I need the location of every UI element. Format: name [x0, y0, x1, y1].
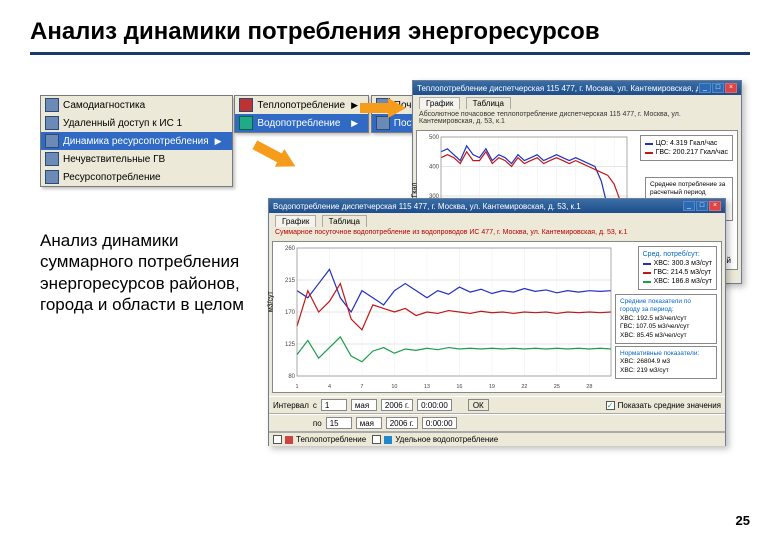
y-axis-label: Гкал [412, 183, 419, 198]
window-title-text: Теплопотребление диспетчерская 115 477, … [417, 84, 698, 93]
chart-subtitle: Абсолютное почасовое теплопотребление ди… [413, 109, 741, 127]
checkbox-heat[interactable]: Теплопотребление [273, 435, 366, 444]
from-day-field[interactable]: 1 [321, 399, 347, 411]
slide-description: Анализ динамики суммарного потребления э… [40, 230, 250, 315]
from-month-field[interactable]: мая [351, 399, 377, 411]
menu-item[interactable]: Нечувствительные ГВ [41, 150, 232, 168]
svg-text:22: 22 [521, 384, 527, 390]
slide-title: Анализ динамики потребления энергоресурс… [30, 18, 750, 46]
arrow-icon [360, 100, 408, 116]
svg-text:400: 400 [429, 165, 440, 171]
svg-text:215: 215 [285, 278, 296, 284]
tab-table[interactable]: Таблица [466, 97, 511, 109]
warn-icon [45, 152, 59, 166]
maximize-icon[interactable]: □ [712, 83, 724, 93]
svg-text:260: 260 [285, 246, 296, 252]
submenu-arrow-icon: ▶ [209, 136, 222, 147]
tab-table[interactable]: Таблица [322, 215, 367, 227]
to-label: по [313, 419, 322, 428]
svg-text:500: 500 [429, 135, 440, 141]
menu-item-label: Водопотребление [257, 118, 340, 129]
window-water: Водопотребление диспетчерская 115 477, г… [268, 198, 726, 446]
svg-text:25: 25 [554, 384, 560, 390]
menu-item-label: Теплопотребление [257, 100, 345, 111]
to-month-field[interactable]: мая [356, 417, 382, 429]
legend-top: ЦО: 4.319 Гкал/часГВС: 200.217 Гкал/час [640, 135, 733, 161]
titlebar[interactable]: Водопотребление диспетчерская 115 477, г… [269, 199, 725, 213]
title-rule [30, 52, 750, 55]
from-time-field[interactable]: 0:00:00 [417, 399, 452, 411]
menu-item[interactable]: Теплопотребление▶ [235, 96, 368, 114]
y-axis-label: м3/сут [268, 291, 275, 312]
submenu-arrow-icon: ▶ [345, 100, 358, 111]
page-number: 25 [736, 513, 750, 528]
svg-text:13: 13 [424, 384, 430, 390]
to-time-field[interactable]: 0:00:00 [422, 417, 457, 429]
svg-text:80: 80 [288, 374, 295, 380]
menu-item[interactable]: Динамика ресурсопотребления▶ [41, 132, 232, 150]
menu-item-label: Динамика ресурсопотребления [63, 136, 209, 147]
menu-item-label: Самодиагностика [63, 100, 145, 111]
svg-text:4: 4 [328, 384, 331, 390]
tab-graph[interactable]: График [419, 97, 460, 109]
checkbox-show-avg[interactable]: ✓Показать средние значения [606, 401, 721, 410]
svg-text:16: 16 [456, 384, 462, 390]
submenu-arrow-icon: ▶ [345, 118, 358, 129]
heat-icon [239, 98, 253, 112]
checkbox-water[interactable]: Удельное водопотребление [372, 435, 498, 444]
menu-item[interactable]: Удаленный доступ к ИС 1 [41, 114, 232, 132]
from-label: с [313, 401, 317, 410]
menu-item-label: Ресурсопотребление [63, 172, 161, 183]
to-year-field[interactable]: 2006 г. [386, 417, 418, 429]
date-toolbar-2: Интервал по 15 мая 2006 г. 0:00:00 [269, 414, 725, 432]
menu-column-2: Теплопотребление▶ Водопотребление ▶ [234, 95, 369, 133]
gear-icon [45, 98, 59, 112]
from-year-field[interactable]: 2006 г. [381, 399, 413, 411]
date-toolbar: Интервал с 1 мая 2006 г. 0:00:00 ОК ✓Пок… [269, 396, 725, 414]
svg-text:19: 19 [489, 384, 495, 390]
ok-button[interactable]: ОК [468, 399, 489, 411]
maximize-icon[interactable]: □ [696, 201, 708, 211]
svg-text:7: 7 [360, 384, 363, 390]
svg-text:125: 125 [285, 342, 296, 348]
water-icon [239, 116, 253, 130]
tab-graph[interactable]: График [275, 215, 316, 227]
note-city: Средние показатели по городу за период: … [615, 294, 717, 344]
minimize-icon[interactable]: _ [699, 83, 711, 93]
period-label: Интервал [273, 401, 309, 410]
menu-item-label: Удаленный доступ к ИС 1 [63, 118, 182, 129]
net-icon [45, 116, 59, 130]
menu-column-1: Самодиагностика Удаленный доступ к ИС 1 Ди… [40, 95, 233, 187]
svg-text:28: 28 [586, 384, 592, 390]
svg-text:170: 170 [285, 310, 296, 316]
cal-icon [376, 116, 390, 130]
db-icon [45, 170, 59, 184]
chart-subtitle: Суммарное посуточное водопотребление из … [269, 227, 725, 238]
note-norm: Нормативные показатели: ХВС: 26804.9 м3 … [615, 346, 717, 379]
svg-text:10: 10 [391, 384, 397, 390]
titlebar[interactable]: Теплопотребление диспетчерская 115 477, … [413, 81, 741, 95]
minimize-icon[interactable]: _ [683, 201, 695, 211]
menu-item[interactable]: Ресурсопотребление [41, 168, 232, 186]
status-bar: Теплопотребление Удельное водопотреблени… [269, 432, 725, 446]
chart-icon [45, 134, 59, 148]
window-title-text: Водопотребление диспетчерская 115 477, г… [273, 202, 682, 211]
to-day-field[interactable]: 15 [326, 417, 352, 429]
svg-text:1: 1 [295, 384, 298, 390]
close-icon[interactable]: × [709, 201, 721, 211]
menu-item-label: Нечувствительные ГВ [63, 154, 165, 165]
menu-item[interactable]: Водопотребление ▶ [235, 114, 368, 132]
close-icon[interactable]: × [725, 83, 737, 93]
menu-item[interactable]: Самодиагностика [41, 96, 232, 114]
legend-bot: Сред. потреб/сут:ХВС: 300.3 м3/сутГВС: 2… [638, 246, 717, 290]
